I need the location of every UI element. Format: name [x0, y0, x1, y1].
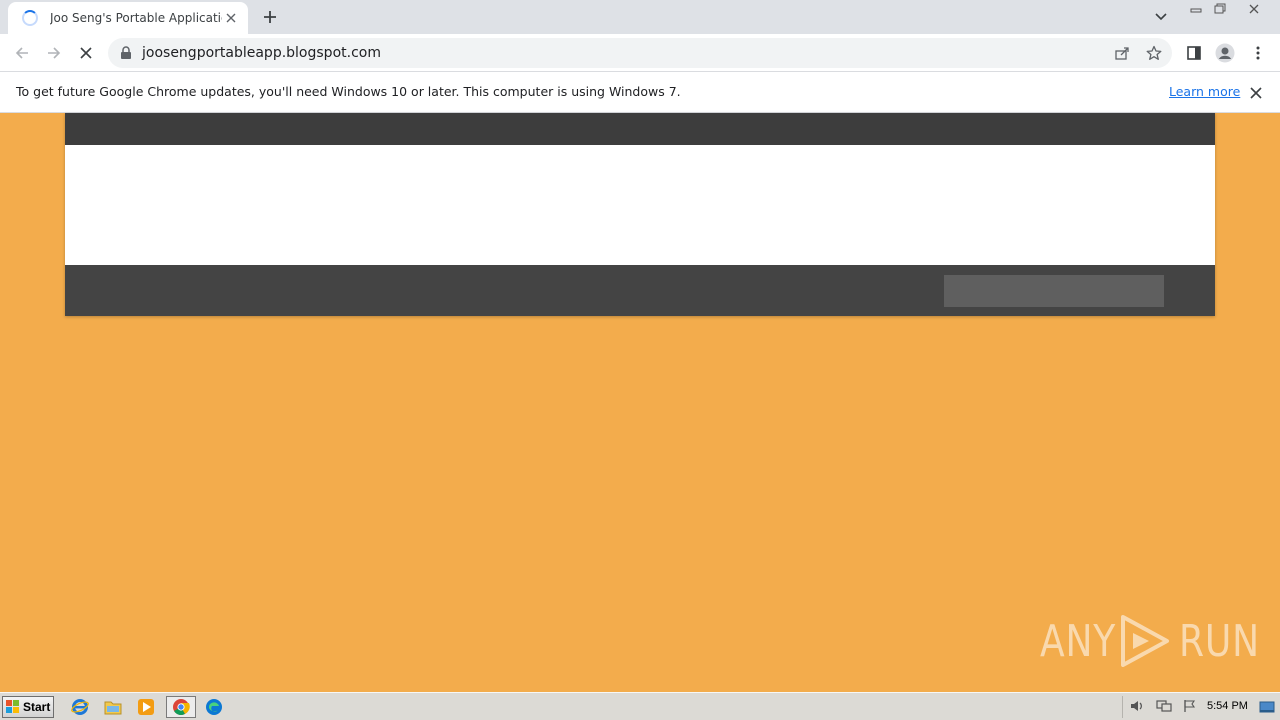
tab-strip: Joo Seng's Portable Applications	[0, 0, 1280, 34]
infobar-message: To get future Google Chrome updates, you…	[16, 84, 681, 99]
blog-nav-bar	[65, 265, 1215, 316]
infobar-close-icon[interactable]	[1247, 84, 1265, 102]
start-label: Start	[23, 700, 51, 714]
network-icon[interactable]	[1155, 699, 1172, 716]
edge-icon[interactable]	[201, 696, 227, 718]
loading-spinner-icon	[22, 10, 38, 26]
tab-title: Joo Seng's Portable Applications	[50, 11, 222, 25]
anyrun-watermark: ANY RUN	[1040, 609, 1278, 673]
restore-window-icon[interactable]	[1208, 0, 1232, 18]
blog-wrapper	[65, 113, 1215, 316]
blog-header	[65, 145, 1215, 265]
action-center-flag-icon[interactable]	[1183, 699, 1197, 716]
lock-icon[interactable]	[120, 46, 134, 60]
windows-taskbar: Start 5:54 PM	[0, 692, 1280, 720]
windows-logo-icon	[6, 700, 19, 713]
minimize-window-icon[interactable]	[1184, 0, 1208, 18]
page-content: ANY RUN	[0, 113, 1280, 692]
share-icon[interactable]	[1110, 41, 1134, 65]
menu-kebab-icon[interactable]	[1245, 40, 1271, 66]
address-bar[interactable]: joosengportableapp.blogspot.com	[108, 38, 1172, 68]
tab-joo-seng[interactable]: Joo Seng's Portable Applications	[8, 2, 248, 34]
new-tab-button[interactable]	[258, 5, 282, 29]
bookmark-star-icon[interactable]	[1142, 41, 1166, 65]
browser-toolbar: joosengportableapp.blogspot.com	[0, 34, 1280, 72]
media-player-icon[interactable]	[133, 696, 159, 718]
close-window-icon[interactable]	[1240, 0, 1268, 18]
play-logo-icon	[1120, 615, 1169, 667]
internet-explorer-icon[interactable]	[67, 696, 93, 718]
start-button[interactable]: Start	[2, 696, 54, 718]
file-explorer-icon[interactable]	[100, 696, 126, 718]
show-desktop-icon[interactable]	[1258, 697, 1276, 717]
search-input[interactable]	[944, 275, 1164, 307]
side-panel-icon[interactable]	[1181, 40, 1207, 66]
tab-close-icon[interactable]	[222, 9, 240, 27]
back-button[interactable]	[9, 40, 35, 66]
learn-more-link[interactable]: Learn more	[1169, 84, 1240, 99]
tab-search-chevron-icon[interactable]	[1150, 7, 1172, 27]
forward-button[interactable]	[41, 40, 67, 66]
taskbar-clock[interactable]: 5:54 PM	[1207, 700, 1248, 712]
stop-loading-button[interactable]	[73, 40, 99, 66]
url-text[interactable]: joosengportableapp.blogspot.com	[142, 45, 381, 61]
system-tray	[1122, 696, 1202, 718]
profile-avatar-icon[interactable]	[1212, 40, 1238, 66]
volume-icon[interactable]	[1129, 699, 1145, 716]
blog-top-bar	[65, 113, 1215, 145]
watermark-text-right: RUN	[1178, 615, 1260, 667]
update-infobar: To get future Google Chrome updates, you…	[0, 72, 1280, 113]
watermark-text-left: ANY	[1040, 615, 1117, 667]
chrome-icon[interactable]	[166, 696, 196, 718]
